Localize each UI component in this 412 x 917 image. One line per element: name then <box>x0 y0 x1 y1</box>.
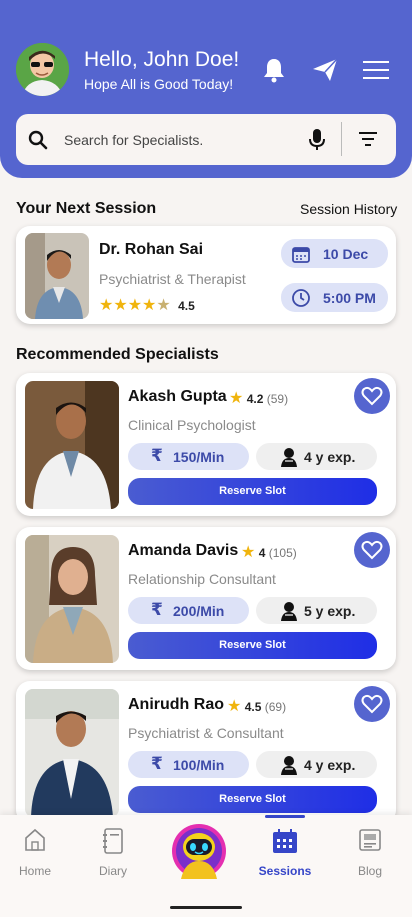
menu-icon[interactable] <box>362 56 390 84</box>
specialist-rating: ★ 4.2 (59) <box>229 390 289 407</box>
doctor-name: Dr. Rohan Sai <box>99 241 204 258</box>
specialist-photo <box>25 689 119 817</box>
nav-assistant[interactable] <box>171 823 227 879</box>
calendar-icon <box>292 247 310 263</box>
experience-badge: 4 y exp. <box>256 443 377 470</box>
greeting-title: Hello, John Doe! <box>84 48 240 71</box>
blog-icon <box>359 829 381 851</box>
nav-home[interactable]: Home <box>0 815 70 895</box>
specialist-name: Akash Gupta <box>128 388 227 405</box>
specialist-role: Clinical Psychologist <box>128 417 256 433</box>
specialist-role: Psychiatrist & Consultant <box>128 725 284 741</box>
favorite-heart-icon[interactable] <box>354 378 390 414</box>
star-icon: ★ <box>241 544 256 561</box>
rupee-icon: ₹ <box>151 446 163 465</box>
calendar-icon <box>273 829 297 853</box>
bottom-navigation: Home Diary Sessions Blog <box>0 815 412 917</box>
specialist-card[interactable]: Amanda Davis ★ 4 (105) Relationship Cons… <box>16 527 396 670</box>
user-avatar[interactable] <box>16 43 69 96</box>
session-date: 10 Dec <box>281 239 388 268</box>
specialist-rating: ★ 4 (105) <box>241 544 297 561</box>
reserve-slot-button[interactable]: Reserve Slot <box>128 786 377 813</box>
microphone-icon[interactable] <box>308 128 326 152</box>
search-divider <box>341 122 342 156</box>
session-time: 5:00 PM <box>281 283 388 312</box>
specialist-photo <box>25 535 119 663</box>
star-icon: ★ <box>227 698 242 715</box>
greeting-subtitle: Hope All is Good Today! <box>84 76 234 92</box>
nav-diary[interactable]: Diary <box>78 815 148 895</box>
app-header: Hello, John Doe! Hope All is Good Today! <box>0 0 412 178</box>
robot-assistant-icon <box>172 824 226 879</box>
next-session-card[interactable]: Dr. Rohan Sai Psychiatrist & Therapist ★… <box>16 226 396 324</box>
experience-icon <box>281 448 297 467</box>
nav-blog[interactable]: Blog <box>335 815 405 895</box>
nav-sessions-label: Sessions <box>258 864 312 878</box>
half-star-icon: ★ <box>156 297 171 314</box>
clock-icon <box>292 289 310 307</box>
favorite-heart-icon[interactable] <box>354 686 390 722</box>
price-badge: ₹ 100/Min <box>128 751 249 778</box>
session-history-link[interactable]: Session History <box>300 201 397 217</box>
nav-home-label: Home <box>18 864 51 878</box>
reserve-slot-button[interactable]: Reserve Slot <box>128 478 377 505</box>
home-icon <box>25 828 45 851</box>
experience-icon <box>281 602 297 621</box>
bell-icon[interactable] <box>260 56 288 84</box>
price-badge: ₹ 200/Min <box>128 597 249 624</box>
specialist-role: Relationship Consultant <box>128 571 276 587</box>
experience-icon <box>281 756 297 775</box>
specialist-name: Anirudh Rao <box>128 696 224 713</box>
filter-icon[interactable] <box>359 131 377 147</box>
experience-badge: 4 y exp. <box>256 751 377 778</box>
rupee-icon: ₹ <box>151 600 163 619</box>
search-input[interactable] <box>64 114 294 165</box>
specialist-rating: ★ 4.5 (69) <box>227 698 287 715</box>
price-badge: ₹ 150/Min <box>128 443 249 470</box>
star-icon: ★★★★ <box>99 297 157 314</box>
home-indicator <box>170 906 242 909</box>
rupee-icon: ₹ <box>151 754 163 773</box>
next-session-title: Your Next Session <box>16 200 157 217</box>
send-icon[interactable] <box>311 56 339 84</box>
recommended-title: Recommended Specialists <box>16 346 219 363</box>
specialist-card[interactable]: Anirudh Rao ★ 4.5 (69) Psychiatrist & Co… <box>16 681 396 824</box>
specialist-photo <box>25 381 119 509</box>
reserve-slot-button[interactable]: Reserve Slot <box>128 632 377 659</box>
active-tab-indicator <box>265 815 305 818</box>
experience-badge: 5 y exp. <box>256 597 377 624</box>
specialist-card[interactable]: Akash Gupta ★ 4.2 (59) Clinical Psycholo… <box>16 373 396 516</box>
specialist-name: Amanda Davis <box>128 542 239 559</box>
doctor-photo <box>25 233 89 319</box>
doctor-rating: ★★★★★ 4.5 <box>99 297 195 314</box>
nav-diary-label: Diary <box>98 864 127 878</box>
nav-sessions[interactable]: Sessions <box>250 815 320 895</box>
search-bar <box>16 114 396 165</box>
favorite-heart-icon[interactable] <box>354 532 390 568</box>
nav-blog-label: Blog <box>357 864 383 878</box>
search-icon <box>28 130 48 150</box>
doctor-role: Psychiatrist & Therapist <box>99 271 246 287</box>
star-icon: ★ <box>229 390 244 407</box>
diary-icon <box>103 828 123 854</box>
